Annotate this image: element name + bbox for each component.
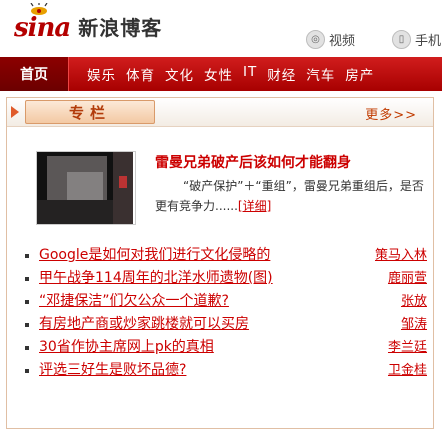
bullet-icon <box>25 369 29 373</box>
nav-items: 娱乐 体育 文化 女性 IT 财经 汽车 房产 <box>87 64 384 84</box>
article-list: Google是如何对我们进行文化侵略的 策马入林 甲午战争114周年的北洋水师遗… <box>25 244 427 382</box>
list-item: 有房地产商或炒家跳楼就可以买房 邹涛 <box>25 313 427 336</box>
detail-link[interactable]: [详细] <box>238 199 271 213</box>
nav-item-finance[interactable]: 财经 <box>267 64 296 84</box>
article-title[interactable]: 评选三好生是败坏品德? <box>39 359 186 382</box>
article-title[interactable]: “邓捷保洁”们欠公众一个道歉? <box>39 290 229 313</box>
nav-item-auto[interactable]: 汽车 <box>306 64 335 84</box>
arrow-right-icon <box>11 106 19 118</box>
article-source[interactable]: 鹿丽萱 <box>388 267 427 290</box>
feature-desc-text: “破产保护”＋“重组”，雷曼兄弟重组后，是否更有竞争力...... <box>155 179 424 213</box>
logo-wordmark: sina <box>14 3 71 43</box>
article-source[interactable]: 卫金桂 <box>388 359 427 382</box>
logo-title: 新浪博客 <box>78 16 163 40</box>
bullet-icon <box>25 254 29 258</box>
bullet-icon <box>25 323 29 327</box>
article-title[interactable]: Google是如何对我们进行文化侵略的 <box>39 244 270 267</box>
list-item: Google是如何对我们进行文化侵略的 策马入林 <box>25 244 427 267</box>
bullet-icon <box>25 346 29 350</box>
module-header: 专栏 更多>> <box>7 98 433 127</box>
logo-text: sina <box>14 13 71 43</box>
article-source[interactable]: 李兰廷 <box>388 336 427 359</box>
feature-story: 雷曼兄弟破产后该如何才能翻身 “破产保护”＋“重组”，雷曼兄弟重组后，是否更有竞… <box>36 151 433 232</box>
list-item: 甲午战争114周年的北洋水师遗物(图) 鹿丽萱 <box>25 267 427 290</box>
mobile-link-label: 手机 <box>415 34 442 49</box>
sina-eye-icon <box>30 3 48 15</box>
nav-item-sports[interactable]: 体育 <box>126 64 155 84</box>
list-item: “邓捷保洁”们欠公众一个道歉? 张放 <box>25 290 427 313</box>
feature-description: “破产保护”＋“重组”，雷曼兄弟重组后，是否更有竞争力......[详细] <box>155 176 433 216</box>
video-icon: ◎ <box>306 30 325 49</box>
module-title: 专栏 <box>25 100 155 124</box>
bullet-icon <box>25 277 29 281</box>
sina-logo[interactable]: sina 新浪博客 <box>14 3 163 43</box>
list-item: 评选三好生是败坏品德? 卫金桂 <box>25 359 427 382</box>
article-source[interactable]: 策马入林 <box>375 244 427 267</box>
video-link-label: 视频 <box>329 34 356 49</box>
nav-item-culture[interactable]: 文化 <box>165 64 194 84</box>
article-source[interactable]: 邹涛 <box>401 313 427 336</box>
article-source[interactable]: 张放 <box>401 290 427 313</box>
nav-item-ent[interactable]: 娱乐 <box>87 64 116 84</box>
feature-thumbnail[interactable] <box>36 151 136 225</box>
bullet-icon <box>25 300 29 304</box>
nav-home[interactable]: 首页 <box>0 57 69 91</box>
nav-item-house[interactable]: 房产 <box>345 64 374 84</box>
article-title[interactable]: 甲午战争114周年的北洋水师遗物(图) <box>39 267 273 290</box>
video-link[interactable]: ◎ 视频 <box>306 30 355 49</box>
article-title[interactable]: 有房地产商或炒家跳楼就可以买房 <box>39 313 249 336</box>
column-module: 专栏 更多>> 雷曼兄弟破产后该如何才能翻身 “破产保护”＋“重组”，雷曼兄弟重… <box>6 97 434 429</box>
article-title[interactable]: 30省作协主席网上pk的真相 <box>39 336 214 359</box>
feature-title[interactable]: 雷曼兄弟破产后该如何才能翻身 <box>155 152 351 172</box>
more-link[interactable]: 更多>> <box>365 104 417 123</box>
list-item: 30省作协主席网上pk的真相 李兰廷 <box>25 336 427 359</box>
mobile-icon: ▯ <box>392 30 411 49</box>
mobile-link[interactable]: ▯ 手机 <box>392 30 441 49</box>
main-nav: 首页 娱乐 体育 文化 女性 IT 财经 汽车 房产 <box>0 57 442 91</box>
site-header: sina 新浪博客 ◎ 视频 ▯ 手机 <box>0 0 442 56</box>
nav-item-women[interactable]: 女性 <box>204 64 233 84</box>
nav-item-it[interactable]: IT <box>243 64 257 84</box>
